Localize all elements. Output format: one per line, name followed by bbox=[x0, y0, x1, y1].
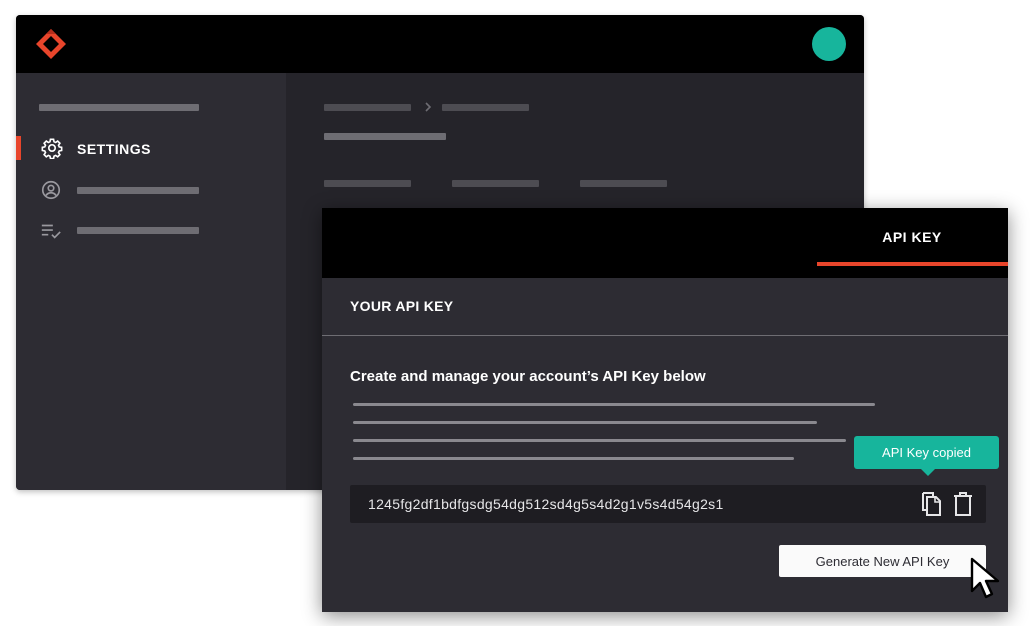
section-title: YOUR API KEY bbox=[350, 298, 454, 314]
gear-icon bbox=[41, 138, 63, 159]
tab-api-key[interactable]: API KEY bbox=[816, 208, 1008, 266]
generate-api-key-button[interactable]: Generate New API Key bbox=[779, 545, 986, 577]
breadcrumb-placeholder-2[interactable] bbox=[442, 104, 529, 111]
checklist-icon bbox=[41, 224, 61, 239]
text-placeholder-line bbox=[353, 421, 817, 424]
sidebar-item-settings[interactable]: SETTINGS bbox=[77, 141, 151, 157]
page-title-placeholder bbox=[324, 133, 446, 140]
sidebar-item-tasks-placeholder[interactable] bbox=[77, 227, 199, 234]
tooltip-tail bbox=[920, 468, 936, 476]
api-key-value: 1245fg2df1bdfgsdg54dg512sd4g5s4d2g1v5s4d… bbox=[368, 496, 724, 512]
avatar[interactable] bbox=[812, 27, 846, 61]
user-circle-icon bbox=[41, 180, 61, 200]
cursor-icon bbox=[970, 557, 1000, 599]
api-key-panel: API KEY YOUR API KEY Create and manage y… bbox=[322, 208, 1008, 612]
tab-placeholder-3[interactable] bbox=[580, 180, 667, 187]
tab-placeholder-2[interactable] bbox=[452, 180, 539, 187]
breadcrumb-placeholder-1[interactable] bbox=[324, 104, 411, 111]
sidebar-item-profile-placeholder[interactable] bbox=[77, 187, 199, 194]
sidebar-title-placeholder bbox=[39, 104, 199, 111]
tab-active-underline bbox=[817, 262, 1008, 266]
copied-tooltip: API Key copied bbox=[854, 436, 999, 469]
active-indicator bbox=[16, 136, 21, 160]
chevron-right-icon bbox=[425, 102, 432, 112]
text-placeholder-line bbox=[353, 457, 794, 460]
text-placeholder-line bbox=[353, 439, 846, 442]
description-heading: Create and manage your account’s API Key… bbox=[350, 368, 706, 385]
copy-icon[interactable] bbox=[919, 491, 943, 517]
panel-header: API KEY bbox=[322, 208, 1008, 278]
trash-icon[interactable] bbox=[953, 491, 973, 517]
section-divider bbox=[322, 335, 1008, 336]
tab-placeholder-1[interactable] bbox=[324, 180, 411, 187]
text-placeholder-line bbox=[353, 403, 875, 406]
sidebar: SETTINGS bbox=[16, 73, 286, 490]
top-bar bbox=[16, 15, 864, 73]
logo-icon[interactable] bbox=[34, 27, 68, 61]
api-key-field[interactable]: 1245fg2df1bdfgsdg54dg512sd4g5s4d2g1v5s4d… bbox=[350, 485, 986, 523]
